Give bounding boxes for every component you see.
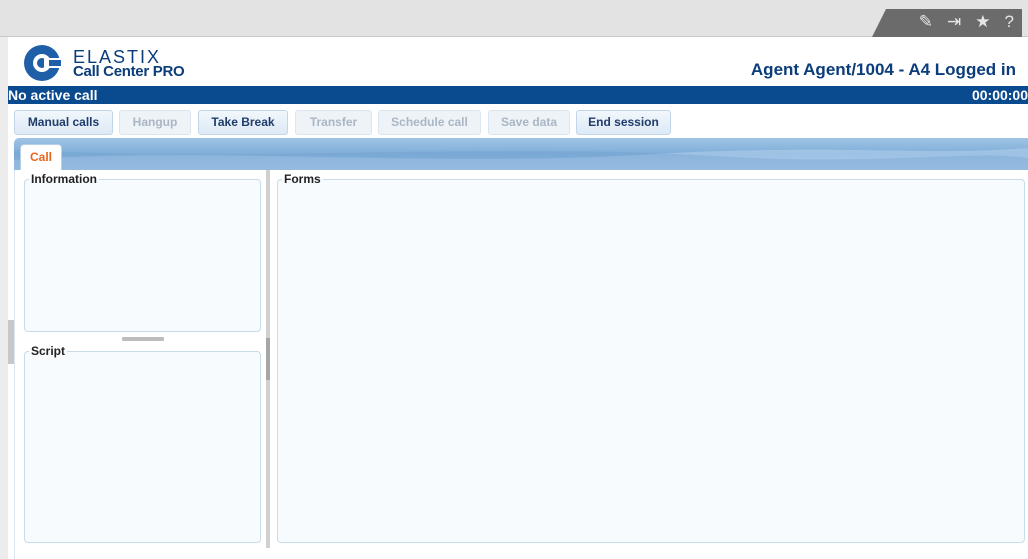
transfer-button[interactable]: Transfer <box>295 110 372 135</box>
call-state-label: No active call <box>8 87 98 103</box>
call-tab-content: Information Script Forms <box>14 170 1028 559</box>
agent-status-title: Agent Agent/1004 - A4 Logged in <box>750 60 1016 79</box>
action-toolbar: Manual calls Hangup Take Break Transfer … <box>8 104 1028 138</box>
left-edge <box>0 37 8 559</box>
tab-bar-wave <box>14 148 1028 170</box>
horizontal-splitter-grip[interactable] <box>122 337 164 341</box>
exit-icon[interactable]: ⇥ <box>947 11 961 33</box>
hangup-button[interactable]: Hangup <box>119 110 191 135</box>
script-legend: Script <box>31 344 66 358</box>
app-header: ELASTIX Call Center PRO Agent Agent/1004… <box>8 37 1028 86</box>
window-top-bar: ✎ ⇥ ★ ? <box>0 0 1028 37</box>
information-legend: Information <box>31 172 97 186</box>
information-panel: Information <box>24 172 261 332</box>
vertical-splitter-grip[interactable] <box>266 338 270 380</box>
schedule-call-button[interactable]: Schedule call <box>378 110 481 135</box>
end-session-button[interactable]: End session <box>576 110 671 135</box>
manual-calls-button[interactable]: Manual calls <box>14 110 113 135</box>
star-icon[interactable]: ★ <box>975 11 990 33</box>
tab-bar: Call <box>14 138 1028 170</box>
help-icon[interactable]: ? <box>1005 11 1014 33</box>
vertical-splitter[interactable] <box>266 170 270 548</box>
save-data-button[interactable]: Save data <box>488 110 570 135</box>
tab-call[interactable]: Call <box>20 144 62 170</box>
forms-panel: Forms <box>277 172 1025 543</box>
product-name: Call Center PRO <box>73 63 185 80</box>
call-status-bar: No active call 00:00:00 <box>8 86 1028 104</box>
call-timer: 00:00:00 <box>971 87 1028 103</box>
forms-legend: Forms <box>284 172 321 186</box>
top-icons: ✎ ⇥ ★ ? <box>919 11 1014 33</box>
edit-icon[interactable]: ✎ <box>919 11 933 33</box>
elastix-logo: ELASTIX Call Center PRO <box>22 43 222 83</box>
script-panel: Script <box>24 344 261 543</box>
logo-mark-icon <box>24 45 64 81</box>
take-break-button[interactable]: Take Break <box>198 110 288 135</box>
